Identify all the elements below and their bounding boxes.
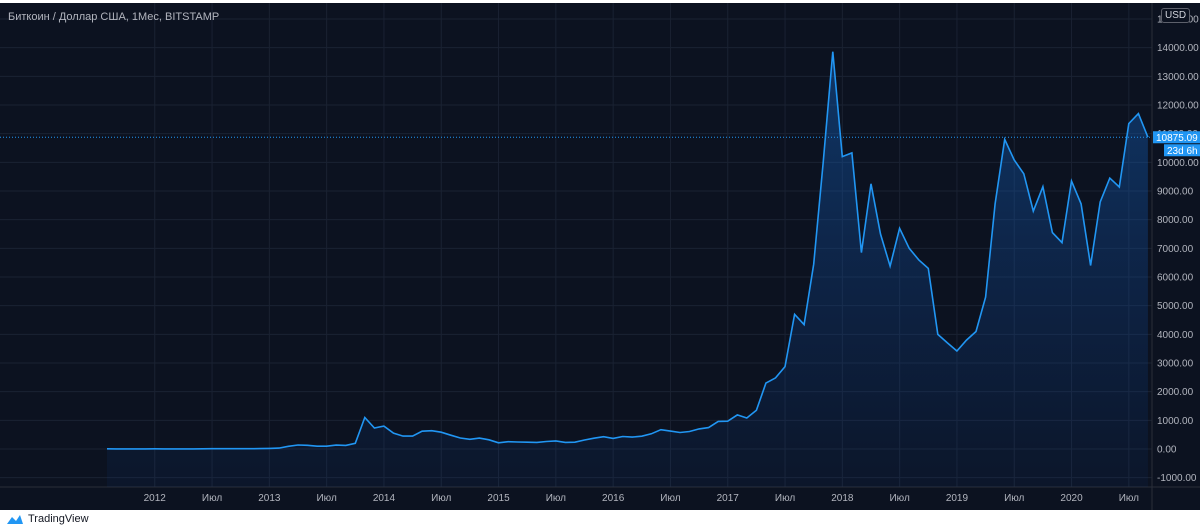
- y-tick-label: 1000.00: [1157, 416, 1194, 427]
- x-tick-label: 2019: [946, 493, 969, 504]
- x-tick-label: 2014: [373, 493, 396, 504]
- x-tick-label: 2016: [602, 493, 625, 504]
- x-tick-label: Июл: [660, 493, 680, 504]
- y-tick-label: 7000.00: [1157, 244, 1194, 255]
- tradingview-logo[interactable]: TradingView: [6, 513, 89, 525]
- brand-label: TradingView: [28, 513, 89, 525]
- y-tick-label: 6000.00: [1157, 273, 1194, 284]
- y-tick-label: 4000.00: [1157, 330, 1194, 341]
- tradingview-cloud-icon: [7, 514, 23, 524]
- area-fill: [107, 51, 1148, 487]
- x-tick-label: 2020: [1060, 493, 1083, 504]
- x-tick-label: Июл: [889, 493, 909, 504]
- y-tick-label: 9000.00: [1157, 187, 1194, 198]
- x-tick-label: Июл: [1004, 493, 1024, 504]
- y-tick-label: 10000.00: [1157, 158, 1199, 169]
- countdown-label: 23d 6h: [1167, 146, 1198, 157]
- y-tick-label: 12000.00: [1157, 101, 1199, 112]
- currency-button[interactable]: USD: [1161, 8, 1191, 23]
- x-tick-label: Июл: [775, 493, 795, 504]
- x-tick-label: Июл: [202, 493, 222, 504]
- x-tick-label: 2013: [258, 493, 281, 504]
- y-tick-label: 8000.00: [1157, 215, 1194, 226]
- y-tick-label: 3000.00: [1157, 359, 1194, 370]
- price-chart[interactable]: -1000.00 0.00 1000.00 2000.00 3000.00 4000.00…: [0, 3, 1200, 510]
- y-tick-label: 0.00: [1157, 445, 1177, 456]
- y-tick-label: 14000.00: [1157, 43, 1199, 54]
- y-tick-label: 5000.00: [1157, 301, 1194, 312]
- y-tick-label: -1000.00: [1157, 473, 1197, 484]
- x-tick-label: Июл: [431, 493, 451, 504]
- x-tick-label: 2018: [831, 493, 854, 504]
- chart-frame: -1000.00 0.00 1000.00 2000.00 3000.00 4000.00…: [0, 3, 1200, 510]
- x-tick-label: 2015: [487, 493, 510, 504]
- x-tick-label: Июл: [316, 493, 336, 504]
- x-tick-label: 2017: [717, 493, 740, 504]
- last-price-label: 10875.09: [1156, 133, 1198, 144]
- y-tick-label: 13000.00: [1157, 72, 1199, 83]
- chart-title: Биткоин / Доллар США, 1Мес, BITSTAMP: [8, 11, 220, 23]
- x-tick-label: Июл: [1119, 493, 1139, 504]
- y-tick-label: 2000.00: [1157, 387, 1194, 398]
- x-tick-label: 2012: [144, 493, 167, 504]
- x-tick-label: Июл: [546, 493, 566, 504]
